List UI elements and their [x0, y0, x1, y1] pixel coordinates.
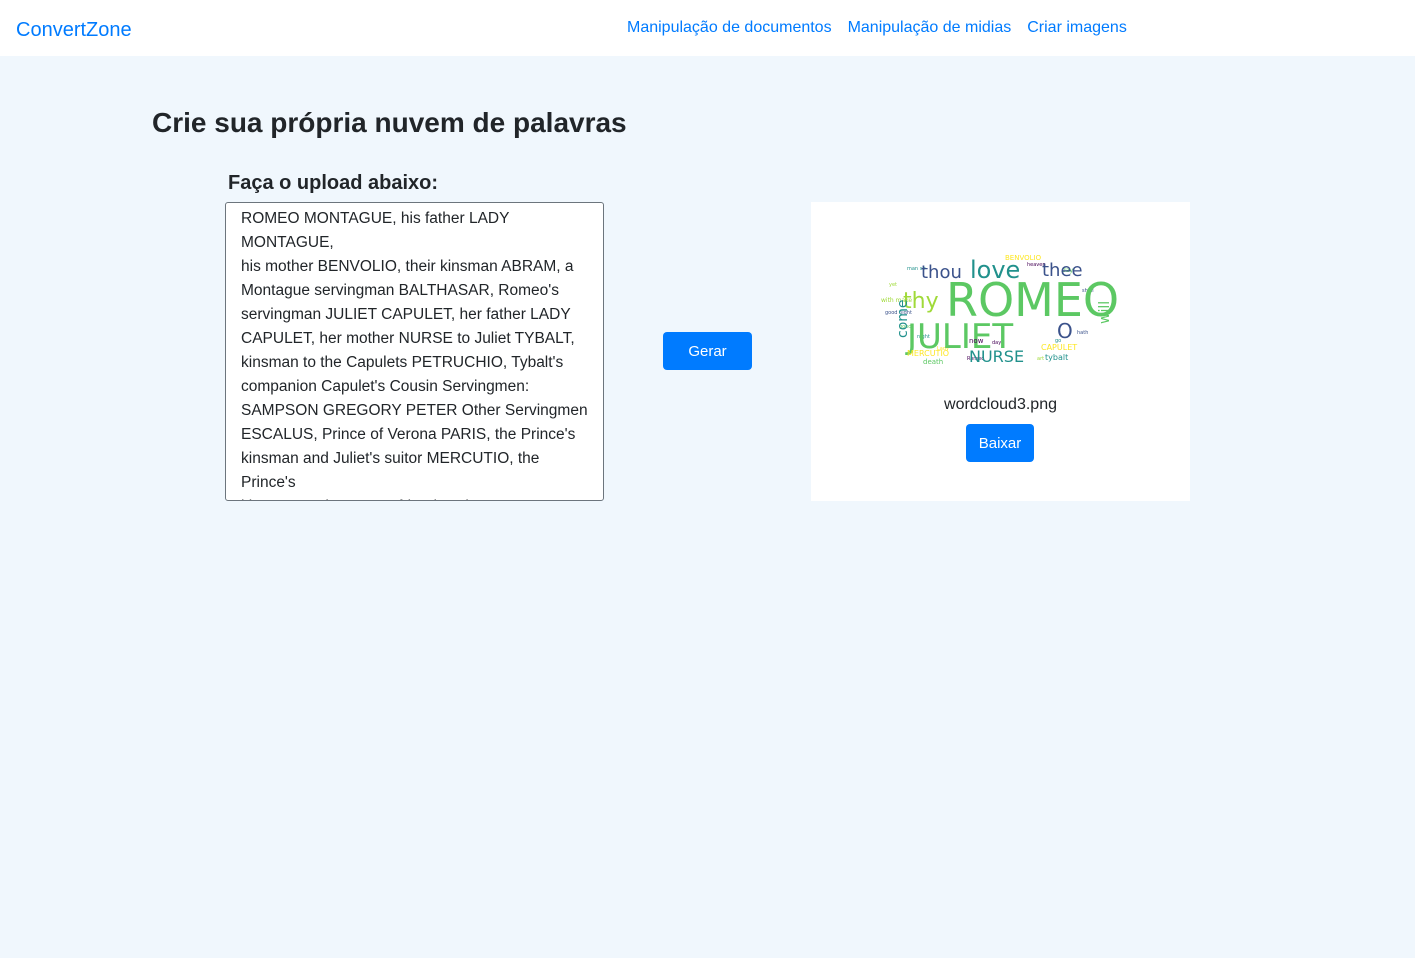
wordcloud-word-now: now — [969, 337, 984, 345]
wordcloud-word-come: come — [895, 299, 911, 338]
wordcloud-word-will: will — [1097, 301, 1113, 324]
wordcloud-word-capulet: CAPULET — [1041, 343, 1077, 352]
wordcloud-word-o: O — [1057, 319, 1073, 343]
brand-logo-link[interactable]: ConvertZone — [16, 18, 132, 42]
text-input-content[interactable]: ROMEO MONTAGUE, his father LADY MONTAGUE… — [226, 203, 603, 500]
nav-link-midias[interactable]: Manipulação de midias — [840, 18, 1020, 38]
page-title: Crie sua própria nuvem de palavras — [152, 107, 627, 138]
download-button[interactable]: Baixar — [966, 424, 1034, 462]
nav-links: Manipulação de documentos Manipulação de… — [619, 18, 1135, 38]
top-navbar: ConvertZone Manipulação de documentos Ma… — [0, 0, 1415, 56]
wordcloud-image: with make good night man sir heaven day … — [881, 249, 1121, 366]
upload-label: Faça o upload abaixo: — [228, 172, 439, 194]
svg-text:hath: hath — [1077, 330, 1088, 336]
wordcloud-word-mercutio: MERCUTIO — [907, 349, 949, 358]
nav-link-criar-imagens[interactable]: Criar imagens — [1019, 18, 1135, 38]
wordcloud-word-thee: thee — [1042, 260, 1083, 281]
generate-button[interactable]: Gerar — [663, 332, 752, 370]
wordcloud-word-death: death — [923, 358, 943, 366]
wordcloud-word-nurse: NURSE — [969, 347, 1024, 366]
wordcloud-word-thou: thou — [921, 262, 962, 283]
wordcloud-filename: wordcloud3.png — [944, 396, 1057, 413]
svg-text:art: art — [1037, 356, 1044, 362]
svg-text:yet: yet — [889, 282, 897, 288]
result-panel: with make good night man sir heaven day … — [811, 202, 1190, 501]
wordcloud-word-tybalt: tybalt — [1045, 353, 1068, 362]
nav-link-documentos[interactable]: Manipulação de documentos — [619, 18, 840, 38]
wordcloud-word-benvolio: BENVOLIO — [1005, 254, 1042, 262]
text-input-area[interactable]: ROMEO MONTAGUE, his father LADY MONTAGUE… — [225, 202, 604, 501]
